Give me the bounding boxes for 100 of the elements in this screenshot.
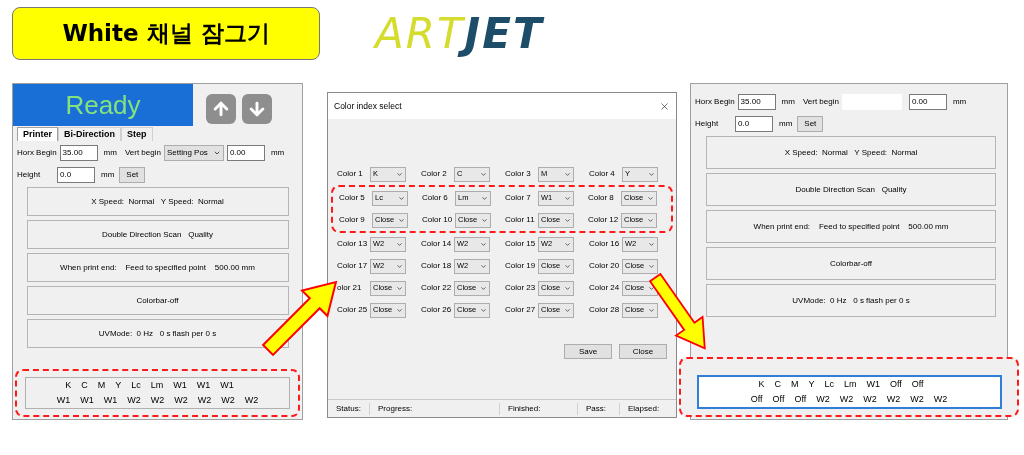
channel-label: W1	[103, 393, 118, 407]
channel-label: W2	[197, 393, 212, 407]
chevron-icon	[564, 194, 571, 202]
status-field: Elapsed:	[620, 402, 670, 415]
channel-label: W1	[56, 393, 71, 407]
info-box[interactable]: X Speed: Normal Y Speed: Normal	[26, 187, 289, 216]
chevron-icon	[480, 284, 487, 292]
field-label: Vert begin	[124, 147, 161, 159]
channel-label: Y	[115, 379, 122, 392]
color-label: Color 20	[589, 260, 621, 272]
channel-label: K	[65, 379, 72, 392]
channel-label: W1	[80, 393, 94, 407]
unit-label: mm	[101, 169, 115, 181]
color-label: Color 2	[421, 168, 448, 180]
color-label: Color 1	[337, 168, 364, 180]
up-arrow-button[interactable]	[206, 94, 236, 124]
text-field[interactable]: 35.00	[737, 94, 776, 110]
chevron-icon	[480, 306, 487, 314]
channel-label: C	[774, 378, 781, 391]
status-banner: Ready	[13, 84, 193, 126]
channel-label: W2	[150, 393, 165, 407]
channel-label: W2	[816, 392, 830, 406]
dialog-button[interactable]: Save	[564, 344, 612, 359]
channel-label: W2	[244, 393, 259, 407]
info-box[interactable]: UVMode: 0 Hz 0 s flash per 0 s	[26, 319, 289, 348]
chevron-icon	[648, 284, 655, 292]
color-label: Color 18	[421, 260, 453, 272]
info-box[interactable]: Colorbar-off	[26, 286, 289, 315]
color-label: olor 21	[337, 282, 363, 294]
field-label: Height	[17, 169, 42, 181]
chevron-icon	[648, 306, 655, 314]
channel-label: W2	[174, 393, 188, 407]
text-field[interactable]: 0.00	[226, 145, 265, 161]
channel-label: W1	[220, 379, 234, 392]
channel-label: C	[81, 379, 88, 392]
chevron-icon	[396, 262, 403, 270]
color-label: Color 23	[505, 282, 537, 294]
info-box[interactable]: Colorbar-off	[706, 247, 996, 280]
dropdown[interactable]: Setting Pos	[163, 145, 224, 161]
chevron-icon	[647, 194, 654, 202]
tab[interactable]: Step	[121, 127, 153, 141]
chevron-icon	[480, 170, 487, 178]
set-button[interactable]: Set	[119, 167, 146, 183]
chevron-icon	[564, 216, 571, 224]
chevron-icon	[398, 194, 405, 202]
status-field: Finished:	[500, 402, 578, 415]
color-label: Color 27	[505, 304, 537, 316]
channel-label: Off	[750, 392, 763, 406]
field-label: Horx Begin	[17, 147, 57, 159]
color-label: Color 7	[505, 192, 532, 204]
channel-label: Off	[911, 378, 924, 391]
tab[interactable]: Bi-Direction	[58, 127, 122, 141]
info-box[interactable]: Double Direction Scan Quality	[26, 220, 289, 249]
channel-label: W2	[933, 392, 948, 406]
channel-label: Lc	[824, 378, 834, 391]
info-box[interactable]: UVMode: 0 Hz 0 s flash per 0 s	[706, 284, 996, 317]
chevron-icon	[396, 170, 403, 178]
text-field[interactable]: 35.00	[59, 145, 98, 161]
unit-label: mm	[103, 147, 117, 159]
color-label: Color 6	[422, 192, 449, 204]
text-field[interactable]: 0.0	[735, 116, 773, 132]
color-label: Color 16	[589, 238, 621, 250]
set-button[interactable]: Set	[797, 116, 824, 132]
dialog-button[interactable]: Close	[619, 344, 667, 359]
close-icon[interactable]	[659, 100, 670, 112]
text-field[interactable]: 0.00	[908, 94, 947, 110]
channel-label: Y	[808, 378, 815, 391]
channel-label: Lm	[150, 379, 164, 392]
channel-label: M	[790, 378, 799, 391]
chevron-icon	[396, 284, 403, 292]
color-label: Color 5	[339, 192, 366, 204]
channel-label: W2	[127, 393, 141, 407]
color-label: Color 12	[588, 214, 620, 226]
chevron-icon	[648, 170, 655, 178]
unit-label: mm	[270, 147, 285, 159]
color-label: Color 22	[421, 282, 453, 294]
title-banner: White 채널 잠그기	[12, 7, 320, 60]
info-box[interactable]: X Speed: Normal Y Speed: Normal	[706, 136, 996, 169]
unit-label: mm	[779, 118, 793, 130]
text-field[interactable]: 0.0	[57, 167, 95, 183]
channel-label: Off	[772, 392, 785, 406]
unit-label: mm	[781, 96, 795, 108]
color-label: Color 8	[588, 192, 615, 204]
channel-label: W2	[886, 392, 901, 406]
info-box[interactable]: When print end: Feed to specified point 500.00 mm	[26, 253, 289, 282]
info-box[interactable]: Double Direction Scan Quality	[706, 173, 996, 206]
field-label: Height	[695, 118, 720, 130]
tab[interactable]: Printer	[17, 127, 58, 141]
channel-label: Off	[889, 378, 902, 391]
chevron-icon	[564, 170, 571, 178]
chevron-icon	[480, 240, 487, 248]
color-label: Color 9	[339, 214, 366, 226]
down-arrow-button[interactable]	[242, 94, 272, 124]
chevron-icon	[481, 194, 488, 202]
info-box[interactable]: When print end: Feed to specified point 500.00 mm	[706, 210, 996, 243]
unit-label: mm	[952, 96, 967, 108]
color-label: Color 13	[337, 238, 369, 250]
chevron-icon	[396, 306, 403, 314]
color-label: Color 28	[589, 304, 621, 316]
chevron-icon	[648, 262, 655, 270]
